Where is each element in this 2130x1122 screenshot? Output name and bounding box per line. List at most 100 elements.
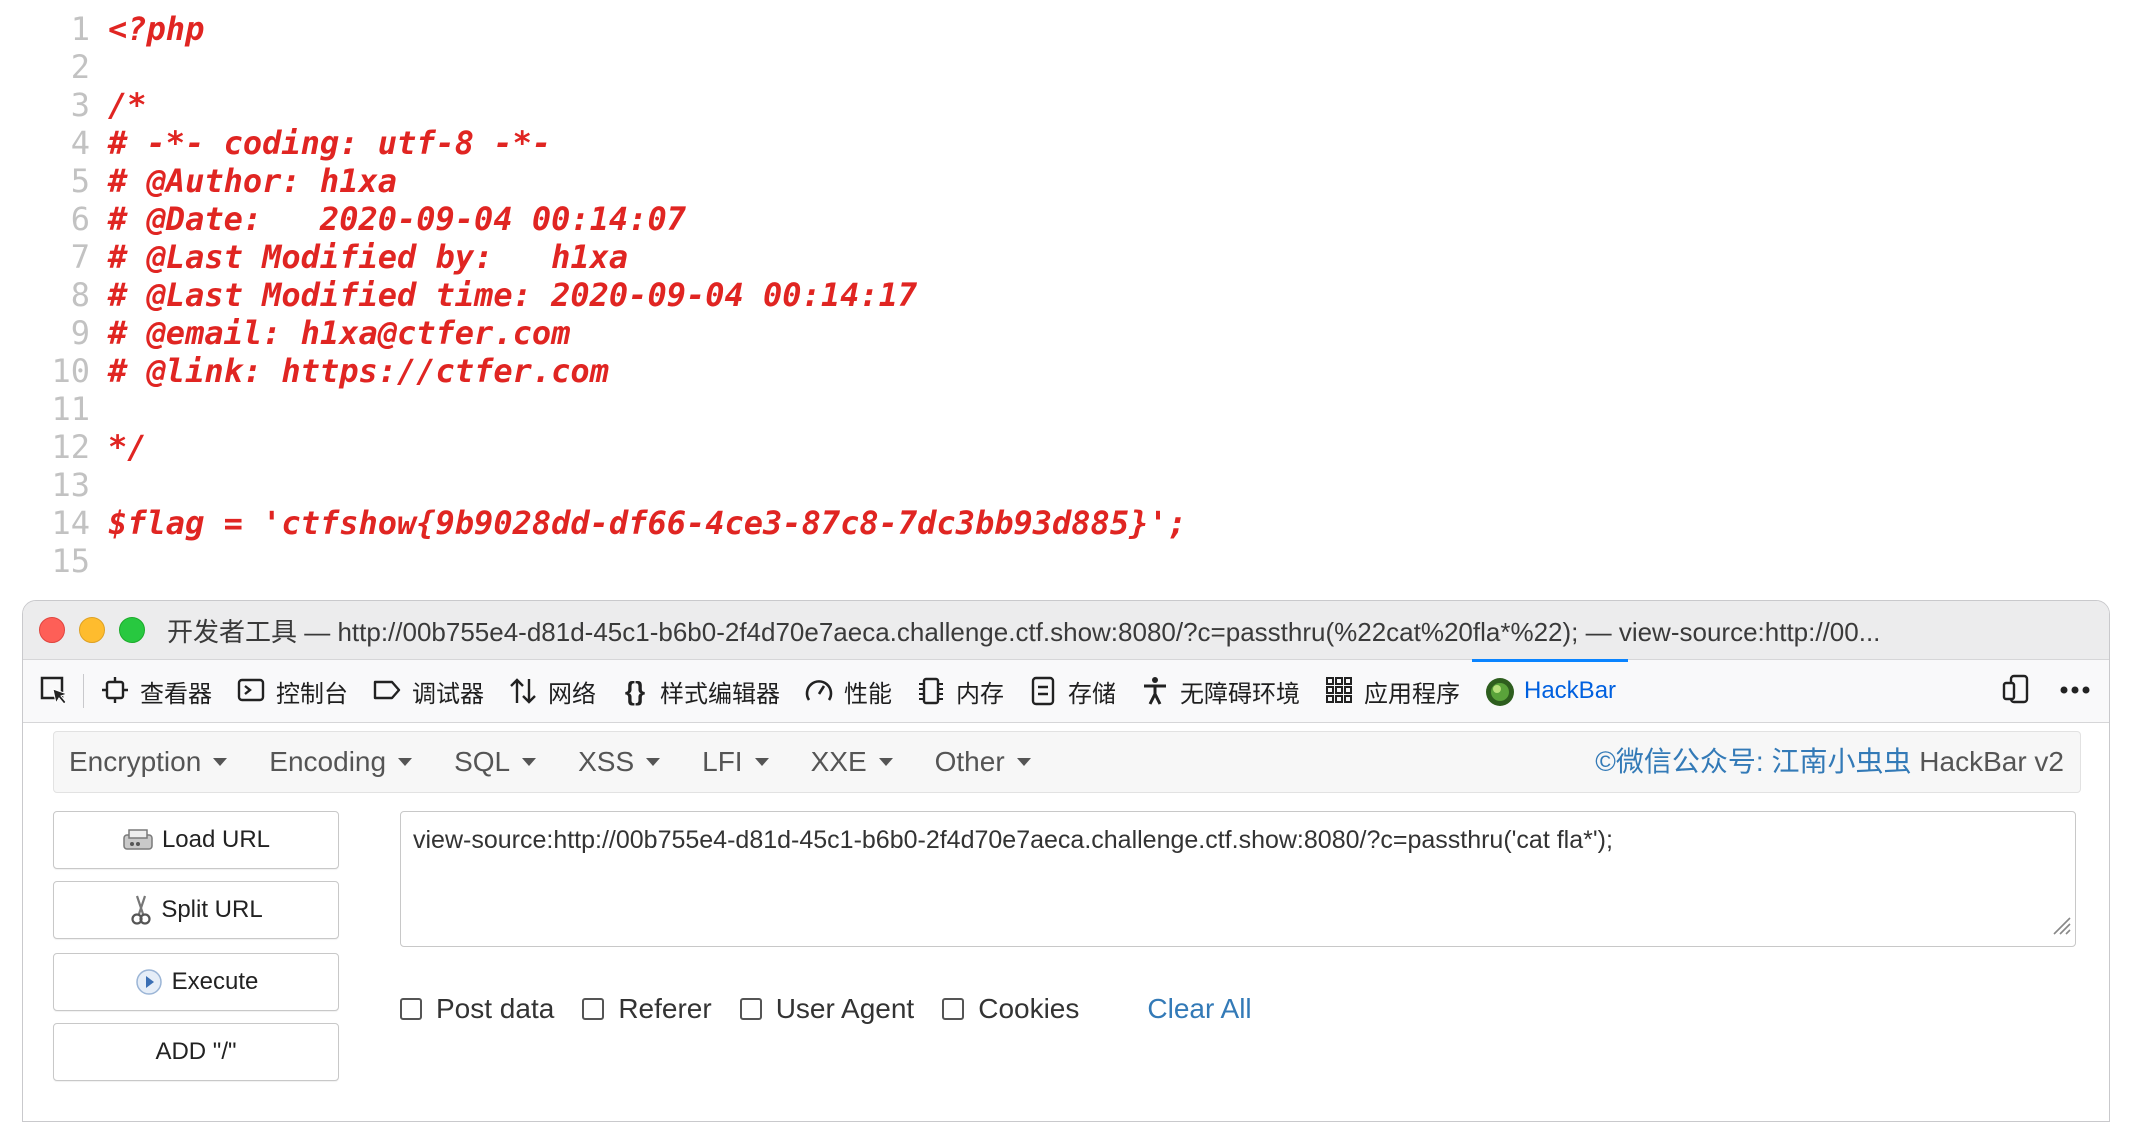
code-text: # @link: https://ctfer.com <box>108 352 609 390</box>
code-text: # @Last Modified by: h1xa <box>108 238 629 276</box>
source-line: 8 # @Last Modified time: 2020-09-04 00:14… <box>0 276 2130 314</box>
hackbar-panel: Encryption Encoding SQL XSS LFI XXE Othe… <box>23 723 2109 1121</box>
hackbar-brand: ©微信公众号: 江南小虫虫 HackBar v2 <box>1595 732 2064 792</box>
line-number: 1 <box>70 10 90 48</box>
tab-label: 无障碍环境 <box>1180 680 1300 708</box>
url-textarea[interactable]: view-source:http://00b755e4-d81d-45c1-b6… <box>400 811 2076 947</box>
brand-version: HackBar v2 <box>1919 746 2064 777</box>
tab-label: 性能 <box>844 680 892 708</box>
line-number: 14 <box>51 504 90 542</box>
tab-network[interactable]: 网络 <box>496 660 608 722</box>
window-title: 开发者工具 — http://00b755e4-d81d-45c1-b6b0-2… <box>167 616 1881 647</box>
menu-encoding[interactable]: Encoding <box>254 746 427 778</box>
code-text: # @Last Modified time: 2020-09-04 00:14:… <box>108 276 918 314</box>
add-slash-button[interactable]: ADD "/" <box>53 1023 339 1081</box>
line-number: 3 <box>70 86 90 124</box>
cookies-option[interactable]: Cookies <box>942 993 1079 1025</box>
menu-xxe[interactable]: XXE <box>796 746 908 778</box>
minimize-window-button[interactable] <box>79 617 105 643</box>
post-data-checkbox[interactable] <box>400 998 422 1020</box>
more-options-icon[interactable] <box>2059 682 2091 700</box>
load-url-button[interactable]: Load URL <box>53 811 339 869</box>
option-label: User Agent <box>775 993 915 1024</box>
zoom-window-button[interactable] <box>119 617 145 643</box>
tab-label: 内存 <box>956 680 1004 708</box>
network-icon <box>508 676 538 706</box>
caret-down-icon <box>878 758 893 766</box>
responsive-design-icon[interactable] <box>2001 673 2033 710</box>
menu-xss[interactable]: XSS <box>563 746 675 778</box>
split-url-button[interactable]: Split URL <box>53 881 339 939</box>
line-number: 9 <box>70 314 90 352</box>
source-line: 15 <box>0 542 2130 580</box>
window-titlebar[interactable]: 开发者工具 — http://00b755e4-d81d-45c1-b6b0-2… <box>23 601 2109 660</box>
tab-console[interactable]: 控制台 <box>224 660 360 722</box>
caret-down-icon <box>1016 758 1031 766</box>
tab-storage[interactable]: 存储 <box>1016 660 1128 722</box>
menu-other[interactable]: Other <box>920 746 1046 778</box>
source-line: 14 $flag = 'ctfshow{9b9028dd-df66-4ce3-87… <box>0 504 2130 542</box>
load-url-icon <box>122 827 154 853</box>
menu-label: LFI <box>702 746 743 777</box>
user-agent-checkbox[interactable] <box>739 998 762 1020</box>
memory-icon <box>916 676 946 706</box>
source-line: 7 # @Last Modified by: h1xa <box>0 238 2130 276</box>
source-line: 11 <box>0 390 2130 428</box>
tab-accessibility[interactable]: 无障碍环境 <box>1128 660 1312 722</box>
tab-label: HackBar <box>1524 677 1617 704</box>
execute-button[interactable]: Execute <box>53 953 339 1011</box>
tab-label: 调试器 <box>412 680 484 708</box>
code-text: $flag = 'ctfshow{9b9028dd-df66-4ce3-87c8… <box>108 504 1187 542</box>
tab-performance[interactable]: 性能 <box>792 660 904 722</box>
tab-memory[interactable]: 内存 <box>904 660 1016 722</box>
line-number: 4 <box>70 124 90 162</box>
play-icon <box>134 967 164 997</box>
tab-label: 查看器 <box>140 680 212 708</box>
inspector-icon <box>100 676 130 706</box>
tab-label: 控制台 <box>276 680 348 708</box>
cookies-checkbox[interactable] <box>942 998 965 1020</box>
referer-option[interactable]: Referer <box>582 993 712 1025</box>
button-label: Execute <box>171 968 259 995</box>
tab-label: 应用程序 <box>1364 680 1460 708</box>
tab-hackbar[interactable]: HackBar <box>1472 658 1629 721</box>
element-picker-icon[interactable] <box>35 660 75 722</box>
line-number: 7 <box>70 238 90 276</box>
source-line: 4 # -*- coding: utf-8 -*- <box>0 124 2130 162</box>
tab-inspector[interactable]: 查看器 <box>88 660 224 722</box>
menu-encryption[interactable]: Encryption <box>54 746 242 778</box>
tab-label: 网络 <box>548 680 596 708</box>
caret-down-icon <box>646 758 661 766</box>
storage-icon <box>1028 676 1058 706</box>
tab-debugger[interactable]: 调试器 <box>360 660 496 722</box>
tab-style-editor[interactable]: {} 样式编辑器 <box>608 660 792 722</box>
tab-application[interactable]: 应用程序 <box>1312 660 1472 722</box>
source-line: 1 <?php <box>0 10 2130 48</box>
devtools-window: 开发者工具 — http://00b755e4-d81d-45c1-b6b0-2… <box>22 600 2110 1122</box>
button-label: ADD "/" <box>155 1038 237 1065</box>
post-data-option[interactable]: Post data <box>400 993 554 1025</box>
clear-all-link[interactable]: Clear All <box>1147 993 1251 1025</box>
close-window-button[interactable] <box>39 617 65 643</box>
source-line: 6 # @Date: 2020-09-04 00:14:07 <box>0 200 2130 238</box>
toolbar-right <box>2001 660 2091 722</box>
url-value: view-source:http://00b755e4-d81d-45c1-b6… <box>413 826 1613 854</box>
accessibility-icon <box>1140 676 1170 706</box>
line-number: 11 <box>51 390 90 428</box>
resize-grip-icon[interactable] <box>2050 914 2072 943</box>
scissors-icon <box>129 894 153 926</box>
user-agent-option[interactable]: User Agent <box>739 993 915 1025</box>
menu-lfi[interactable]: LFI <box>687 746 783 778</box>
menu-label: Encryption <box>69 746 202 777</box>
application-icon <box>1324 676 1354 706</box>
referer-checkbox[interactable] <box>582 998 605 1020</box>
line-number: 12 <box>51 428 90 466</box>
brand-credit-link[interactable]: ©微信公众号: 江南小虫虫 <box>1595 746 1911 777</box>
code-text: # @Author: h1xa <box>108 162 397 200</box>
source-line: 10 # @link: https://ctfer.com <box>0 352 2130 390</box>
button-label: Load URL <box>161 826 271 853</box>
source-line: 12 */ <box>0 428 2130 466</box>
source-line: 5 # @Author: h1xa <box>0 162 2130 200</box>
menu-label: SQL <box>454 746 511 777</box>
menu-sql[interactable]: SQL <box>439 746 551 778</box>
